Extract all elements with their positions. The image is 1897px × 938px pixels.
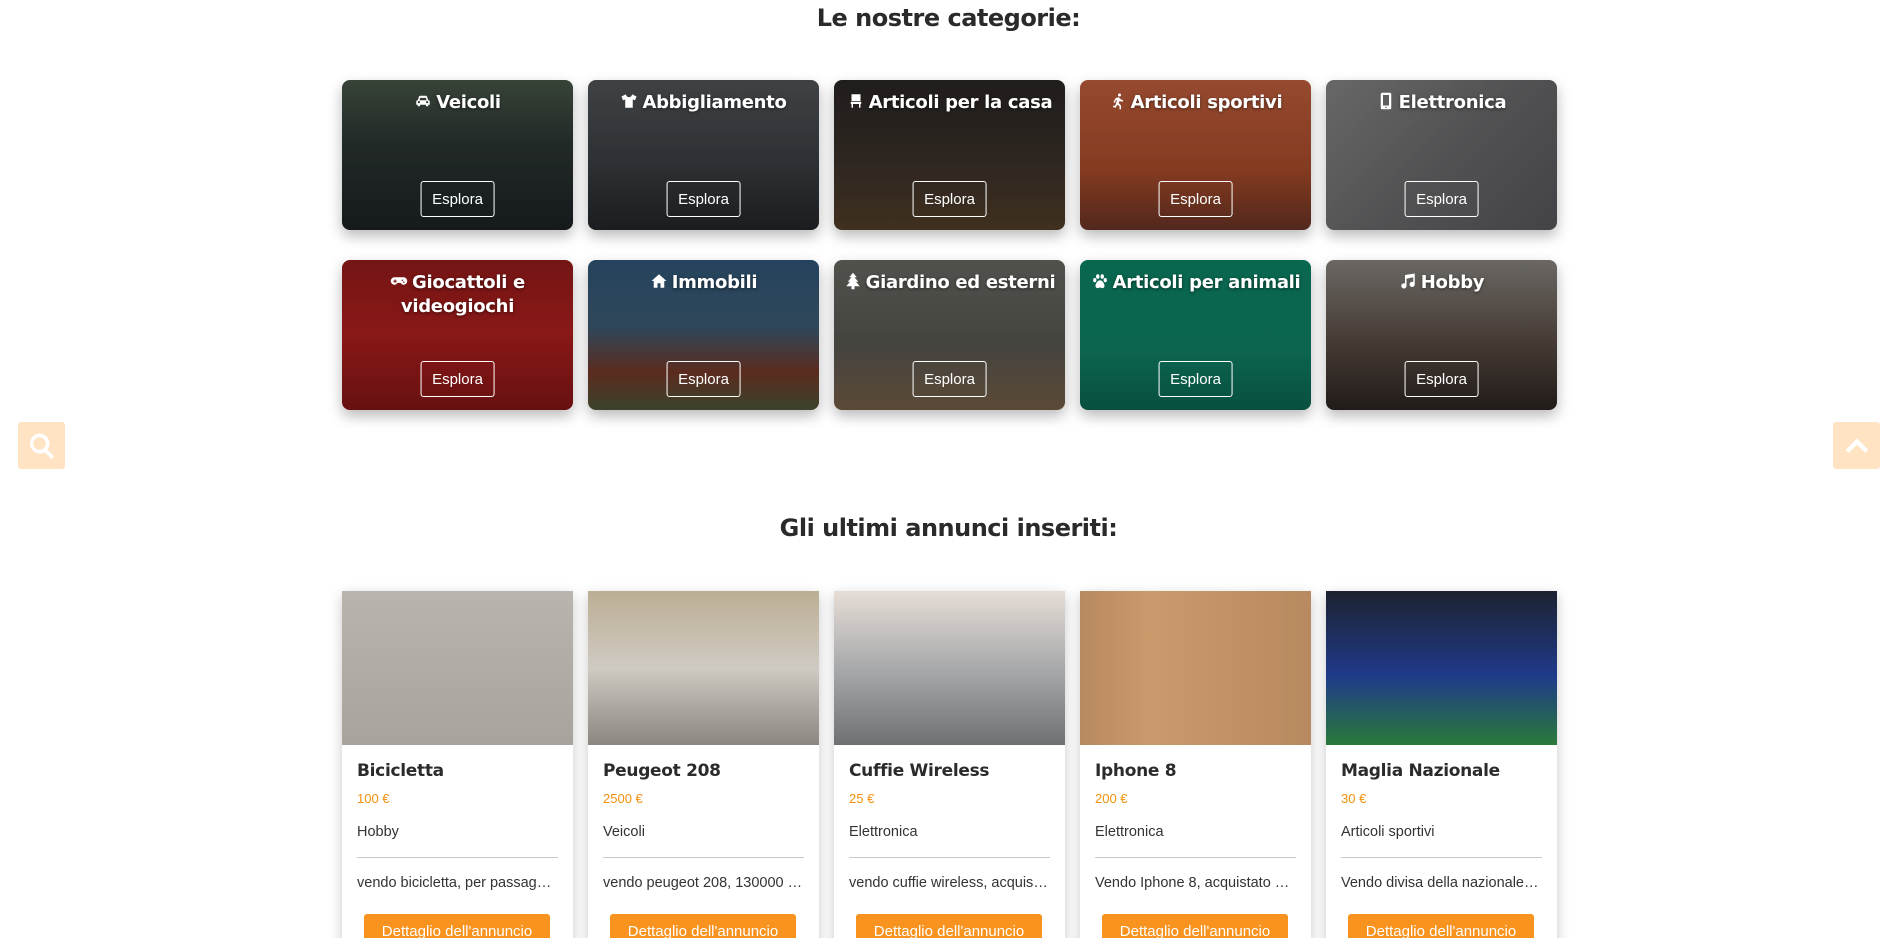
ad-description: vendo cuffie wireless, acquistate da poc… <box>849 875 1050 891</box>
divider <box>1095 857 1296 858</box>
ad-card-peugeot-208: Peugeot 208 2500 € Veicoli vendo peugeot 20… <box>588 591 819 938</box>
ad-description: Vendo Iphone 8, acquistato nel 2018 <box>1095 875 1296 891</box>
ad-description: vendo peugeot 208, 130000 km <box>603 875 804 891</box>
category-card-articoli-sportivi[interactable]: Articoli sportivi Esplora <box>1080 80 1311 230</box>
explore-button[interactable]: Esplora <box>1404 361 1479 397</box>
category-title: Immobili <box>596 272 811 296</box>
divider <box>357 857 558 858</box>
latest-ads-heading: Gli ultimi annunci inseriti: <box>779 514 1118 542</box>
ad-title: Peugeot 208 <box>603 761 721 781</box>
category-card-veicoli[interactable]: Veicoli Esplora <box>342 80 573 230</box>
category-title: Hobby <box>1334 272 1549 296</box>
category-card-giocattoli-e-videogiochi[interactable]: Giocattoli e videogiochi Esplora <box>342 260 573 410</box>
shirt-icon <box>620 92 638 116</box>
ad-image[interactable] <box>1326 591 1557 745</box>
tree-icon <box>844 272 862 296</box>
category-label: Articoli sportivi <box>1130 92 1283 113</box>
divider <box>603 857 804 858</box>
divider <box>849 857 1050 858</box>
category-title: Articoli per animali <box>1088 272 1303 296</box>
ad-description: vendo bicicletta, per passaggio a modell… <box>357 875 558 891</box>
ad-card-iphone-8: Iphone 8 200 € Elettronica Vendo Iphone 8, … <box>1080 591 1311 938</box>
category-label: Giocattoli e videogiochi <box>400 272 525 317</box>
ad-title: Bicicletta <box>357 761 444 781</box>
category-grid: Veicoli Esplora Abbigliamento Esplora Artico… <box>342 80 1557 410</box>
ad-price: 30 € <box>1341 791 1367 806</box>
ad-detail-button[interactable]: Dettaglio dell'annuncio <box>1348 914 1534 938</box>
paw-icon <box>1091 272 1109 296</box>
category-label: Immobili <box>671 272 758 293</box>
explore-button[interactable]: Esplora <box>912 181 987 217</box>
ad-price: 200 € <box>1095 791 1128 806</box>
ad-card-bicicletta: Bicicletta 100 € Hobby vendo bicicletta, pe… <box>342 591 573 938</box>
category-title: Articoli sportivi <box>1088 92 1303 116</box>
car-icon <box>414 92 432 116</box>
ad-description: Vendo divisa della nazionale italiana <box>1341 875 1542 891</box>
category-label: Veicoli <box>436 92 501 113</box>
category-label: Hobby <box>1420 272 1485 293</box>
divider <box>1341 857 1542 858</box>
ad-detail-button[interactable]: Dettaglio dell'annuncio <box>856 914 1042 938</box>
category-card-immobili[interactable]: Immobili Esplora <box>588 260 819 410</box>
explore-button[interactable]: Esplora <box>666 361 741 397</box>
chair-icon <box>847 92 865 116</box>
ad-image[interactable] <box>1080 591 1311 745</box>
ad-price: 2500 € <box>603 791 643 806</box>
running-icon <box>1109 92 1127 116</box>
gamepad-icon <box>390 272 408 296</box>
explore-button[interactable]: Esplora <box>1158 361 1233 397</box>
ad-detail-button[interactable]: Dettaglio dell'annuncio <box>1102 914 1288 938</box>
ad-detail-button[interactable]: Dettaglio dell'annuncio <box>364 914 550 938</box>
category-title: Articoli per la casa <box>842 92 1057 116</box>
floating-search-button[interactable] <box>18 422 65 469</box>
category-card-articoli-per-la-casa[interactable]: Articoli per la casa Esplora <box>834 80 1065 230</box>
ad-price: 25 € <box>849 791 875 806</box>
explore-button[interactable]: Esplora <box>1404 181 1479 217</box>
ad-card-maglia-nazionale: Maglia Nazionale 30 € Articoli sportivi Ven… <box>1326 591 1557 938</box>
ad-category: Articoli sportivi <box>1341 824 1435 840</box>
category-title: Veicoli <box>350 92 565 116</box>
category-label: Abbigliamento <box>642 92 787 113</box>
category-title: Abbigliamento <box>596 92 811 116</box>
ad-title: Cuffie Wireless <box>849 761 990 781</box>
ad-category: Hobby <box>357 824 399 840</box>
category-title: Elettronica <box>1334 92 1549 116</box>
ad-image[interactable] <box>342 591 573 745</box>
category-label: Articoli per la casa <box>868 92 1053 113</box>
category-label: Giardino ed esterni <box>865 272 1056 293</box>
category-title: Giocattoli e videogiochi <box>350 272 565 318</box>
categories-heading: Le nostre categorie: <box>816 4 1081 32</box>
category-card-hobby[interactable]: Hobby Esplora <box>1326 260 1557 410</box>
ad-category: Veicoli <box>603 824 645 840</box>
search-icon <box>29 433 54 459</box>
ad-title: Iphone 8 <box>1095 761 1177 781</box>
category-label: Elettronica <box>1398 92 1507 113</box>
music-icon <box>1399 272 1417 296</box>
category-label: Articoli per animali <box>1112 272 1301 293</box>
ad-category: Elettronica <box>1095 824 1164 840</box>
mobile-icon <box>1377 92 1395 116</box>
ad-card-cuffie-wireless: Cuffie Wireless 25 € Elettronica vendo cuff… <box>834 591 1065 938</box>
ad-price: 100 € <box>357 791 390 806</box>
category-card-giardino-ed-esterni[interactable]: Giardino ed esterni Esplora <box>834 260 1065 410</box>
ad-image[interactable] <box>588 591 819 745</box>
category-card-abbigliamento[interactable]: Abbigliamento Esplora <box>588 80 819 230</box>
explore-button[interactable]: Esplora <box>420 181 495 217</box>
ad-detail-button[interactable]: Dettaglio dell'annuncio <box>610 914 796 938</box>
category-title: Giardino ed esterni <box>842 272 1057 296</box>
category-card-elettronica[interactable]: Elettronica Esplora <box>1326 80 1557 230</box>
ad-image[interactable] <box>834 591 1065 745</box>
ad-category: Elettronica <box>849 824 918 840</box>
chevron-up-icon <box>1845 438 1868 453</box>
explore-button[interactable]: Esplora <box>1158 181 1233 217</box>
ad-title: Maglia Nazionale <box>1341 761 1500 781</box>
home-icon <box>650 272 668 296</box>
explore-button[interactable]: Esplora <box>666 181 741 217</box>
ads-grid: Bicicletta 100 € Hobby vendo bicicletta, pe… <box>342 591 1557 938</box>
explore-button[interactable]: Esplora <box>912 361 987 397</box>
explore-button[interactable]: Esplora <box>420 361 495 397</box>
scroll-top-button[interactable] <box>1833 422 1880 469</box>
category-card-articoli-per-animali[interactable]: Articoli per animali Esplora <box>1080 260 1311 410</box>
